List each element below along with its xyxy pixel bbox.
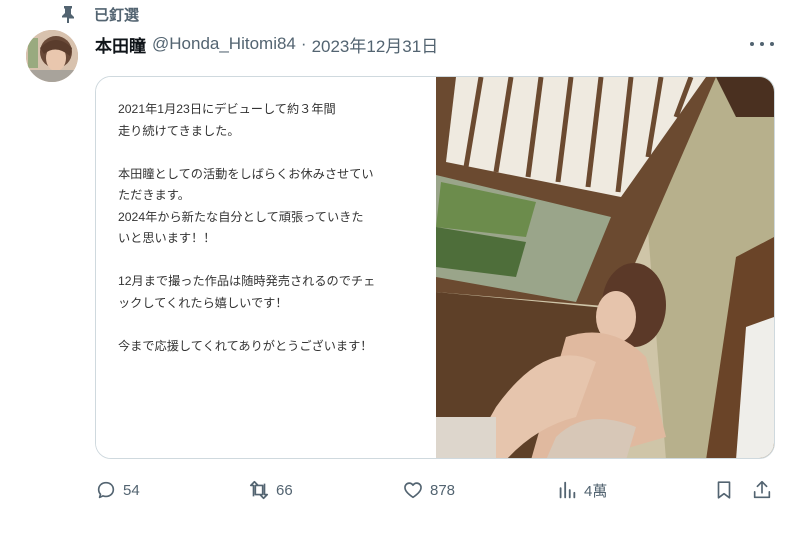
header-separator: · <box>300 34 307 53</box>
heart-icon <box>404 482 422 499</box>
view-count: 4萬 <box>584 482 608 500</box>
author-name[interactable]: 本田瞳 <box>95 32 146 57</box>
more-dot <box>770 42 774 46</box>
post-image[interactable]: 2021年1月23日にデビューして約３年間 走り続けてきました。 本田瞳としての… <box>95 76 775 459</box>
views-button[interactable]: 4萬 <box>556 478 607 502</box>
retweet-count: 66 <box>276 481 293 499</box>
image-paragraph: 12月まで撮った作品は随時発売されるのでチェ ックしてくれたら嬉しいです！ <box>118 274 376 310</box>
reply-icon <box>97 481 115 499</box>
reply-button[interactable]: 54 <box>95 478 140 502</box>
avatar[interactable] <box>26 30 78 82</box>
photo <box>436 77 774 458</box>
bookmark-button[interactable] <box>713 478 741 502</box>
image-text-panel: 2021年1月23日にデビューして約３年間 走り続けてきました。 本田瞳としての… <box>96 77 436 458</box>
image-paragraph: 今まで応援してくれてありがとうございます！ <box>118 338 373 353</box>
analytics-icon <box>559 481 576 499</box>
share-icon <box>753 480 771 499</box>
more-options-button[interactable] <box>750 34 774 54</box>
author-handle[interactable]: @Honda_Hitomi84 <box>152 34 296 54</box>
like-button[interactable]: 878 <box>402 478 455 502</box>
retweet-button[interactable]: 66 <box>248 478 293 502</box>
pinned-label: 已釘選 <box>94 6 140 24</box>
pin-icon <box>58 4 78 24</box>
bookmark-icon <box>717 481 731 499</box>
image-paragraph: 本田瞳としての活動をしばらくお休みさせてい ただきます。 2024年から新たな自… <box>118 166 374 246</box>
image-paragraph: 2021年1月23日にデビューして約３年間 走り続けてきました。 <box>118 102 336 138</box>
more-dot <box>750 42 754 46</box>
more-dot <box>760 42 764 46</box>
reply-count: 54 <box>123 481 140 499</box>
retweet-icon <box>249 480 269 500</box>
share-button[interactable] <box>751 478 779 502</box>
post-date[interactable]: 2023年12月31日 <box>312 32 439 57</box>
action-bar: 54 66 878 4萬 <box>95 478 785 502</box>
like-count: 878 <box>430 481 456 499</box>
post-header: 本田瞳 @Honda_Hitomi84 · 2023年12月31日 <box>95 30 438 58</box>
pinned-indicator: 已釘選 <box>58 4 139 24</box>
